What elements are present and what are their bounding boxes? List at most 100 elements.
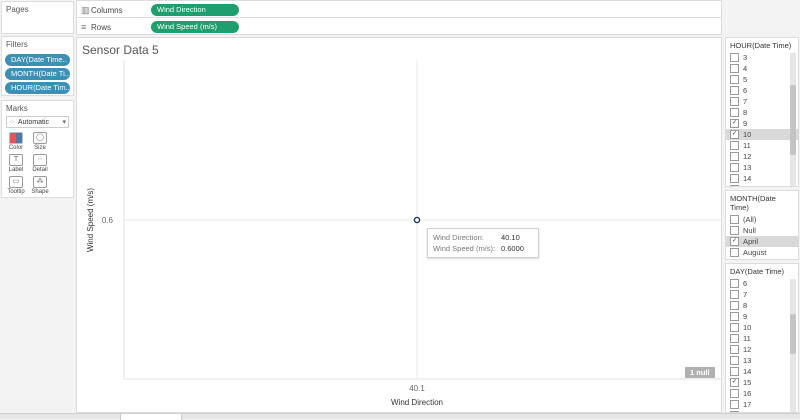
hour-scrollbar[interactable] <box>790 53 796 186</box>
filter-option[interactable]: 16 <box>726 388 798 399</box>
filter-option[interactable]: 3 <box>726 52 798 63</box>
checkbox-icon[interactable] <box>730 345 739 354</box>
color-button[interactable]: Color <box>6 132 26 151</box>
checkbox-checked-icon[interactable]: ✓ <box>730 130 739 139</box>
checkbox-icon[interactable] <box>730 248 739 257</box>
checkbox-icon[interactable] <box>730 226 739 235</box>
checkbox-icon[interactable] <box>730 389 739 398</box>
checkbox-icon[interactable] <box>730 64 739 73</box>
checkbox-icon[interactable] <box>730 323 739 332</box>
tooltip-popup: Wind Direction: 40.10 Wind Speed (m/s): 0.… <box>427 228 539 258</box>
day-scrollbar[interactable] <box>790 279 796 412</box>
checkbox-icon[interactable] <box>730 215 739 224</box>
filter-option-label: 15 <box>743 185 751 186</box>
checkbox-icon[interactable] <box>730 53 739 62</box>
filter-option-label: 7 <box>743 97 748 106</box>
tooltip-key-speed: Wind Speed (m/s): <box>433 244 496 253</box>
filter-option[interactable]: 17 <box>726 399 798 410</box>
filter-option[interactable]: 10 <box>726 322 798 333</box>
checkbox-icon[interactable] <box>730 108 739 117</box>
filter-option[interactable]: 6 <box>726 278 798 289</box>
filter-pill-day[interactable]: DAY(Date Time.. <box>5 54 70 66</box>
filter-option[interactable]: 5 <box>726 74 798 85</box>
checkbox-icon[interactable] <box>730 75 739 84</box>
filter-option[interactable]: ✓ April <box>726 236 798 247</box>
checkbox-checked-icon[interactable]: ✓ <box>730 237 739 246</box>
checkbox-icon[interactable] <box>730 312 739 321</box>
filter-option[interactable]: ✓ 9 <box>726 118 798 129</box>
tooltip-button[interactable]: ▭ Tooltip <box>6 176 26 195</box>
checkbox-icon[interactable] <box>730 97 739 106</box>
sheet-tab[interactable] <box>120 414 182 420</box>
mark-type-dropdown[interactable]: ⁘ Automatic ▾ <box>6 116 69 128</box>
filter-option[interactable]: ✓ 15 <box>726 377 798 388</box>
points-layer <box>413 216 421 224</box>
sheet-canvas: Sensor Data 5 0.6 40.1 Wind Direction Wi… <box>76 37 722 413</box>
filter-pill-month[interactable]: MONTH(Date Ti.. <box>5 68 70 80</box>
checkbox-icon[interactable] <box>730 367 739 376</box>
filter-option[interactable]: 14 <box>726 173 798 184</box>
columns-shelf[interactable]: ▥ Columns Wind Direction <box>76 0 722 18</box>
label-button[interactable]: T Label <box>6 154 26 173</box>
filter-option[interactable]: 11 <box>726 333 798 344</box>
filter-option-label: 4 <box>743 64 748 73</box>
marks-title: Marks <box>6 104 28 113</box>
filter-option[interactable]: 8 <box>726 107 798 118</box>
hour-scrollbar-thumb[interactable] <box>790 85 796 155</box>
filter-option[interactable]: 13 <box>726 162 798 173</box>
filter-option-label: 9 <box>743 312 748 321</box>
rows-label: Rows <box>91 22 112 32</box>
filter-option[interactable]: 7 <box>726 96 798 107</box>
day-scrollbar-thumb[interactable] <box>790 314 796 354</box>
filter-option[interactable]: December <box>726 258 798 260</box>
filter-option[interactable]: August <box>726 247 798 258</box>
detail-button[interactable]: ⁘ Detail <box>30 154 50 173</box>
tooltip-label: Tooltip <box>7 189 25 195</box>
filter-option[interactable]: 7 <box>726 289 798 300</box>
checkbox-checked-icon[interactable]: ✓ <box>730 378 739 387</box>
checkbox-icon[interactable] <box>730 279 739 288</box>
checkbox-icon[interactable] <box>730 301 739 310</box>
hour-filter-title: HOUR(Date Time) <box>730 41 792 50</box>
filter-option-label: 11 <box>743 141 751 150</box>
checkbox-checked-icon[interactable]: ✓ <box>730 119 739 128</box>
checkbox-icon[interactable] <box>730 290 739 299</box>
filter-option[interactable]: 9 <box>726 311 798 322</box>
mark-type-label: Automatic <box>17 118 49 126</box>
checkbox-icon[interactable] <box>730 163 739 172</box>
shape-button[interactable]: ⁂ Shape <box>30 176 50 195</box>
filter-option[interactable]: 13 <box>726 355 798 366</box>
filter-option[interactable]: 12 <box>726 344 798 355</box>
rows-pill-wind-speed[interactable]: Wind Speed (m/s) <box>151 21 239 33</box>
null-badge[interactable]: 1 null <box>685 367 715 378</box>
rows-shelf[interactable]: ≡ Rows Wind Speed (m/s) <box>76 17 722 35</box>
size-button[interactable]: ◯ Size <box>30 132 50 151</box>
checkbox-icon[interactable] <box>730 174 739 183</box>
filter-option[interactable]: Null <box>726 225 798 236</box>
checkbox-icon[interactable] <box>730 259 739 260</box>
filter-option[interactable]: 11 <box>726 140 798 151</box>
columns-pill-wind-direction[interactable]: Wind Direction <box>151 4 239 16</box>
columns-icon: ▥ <box>81 4 90 15</box>
checkbox-icon[interactable] <box>730 152 739 161</box>
label-label: Label <box>8 167 24 173</box>
filter-option[interactable]: ✓ 10 <box>726 129 798 140</box>
filter-option[interactable]: 6 <box>726 85 798 96</box>
scatter-point[interactable] <box>413 216 421 224</box>
month-filter-list: (All) Null ✓ April August December <box>726 214 798 260</box>
filter-option[interactable]: (All) <box>726 214 798 225</box>
filter-option[interactable]: 15 <box>726 184 798 186</box>
filter-pill-hour[interactable]: HOUR(Date Tim.. <box>5 82 70 94</box>
checkbox-icon[interactable] <box>730 141 739 150</box>
filter-option[interactable]: 8 <box>726 300 798 311</box>
filter-option[interactable]: 14 <box>726 366 798 377</box>
filter-option-label: April <box>743 237 759 246</box>
filter-option[interactable]: 12 <box>726 151 798 162</box>
checkbox-icon[interactable] <box>730 185 739 186</box>
checkbox-icon[interactable] <box>730 356 739 365</box>
filter-option[interactable]: 4 <box>726 63 798 74</box>
checkbox-icon[interactable] <box>730 334 739 343</box>
filters-panel: Filters DAY(Date Time.. MONTH(Date Ti.. … <box>1 36 74 96</box>
checkbox-icon[interactable] <box>730 86 739 95</box>
checkbox-icon[interactable] <box>730 400 739 409</box>
